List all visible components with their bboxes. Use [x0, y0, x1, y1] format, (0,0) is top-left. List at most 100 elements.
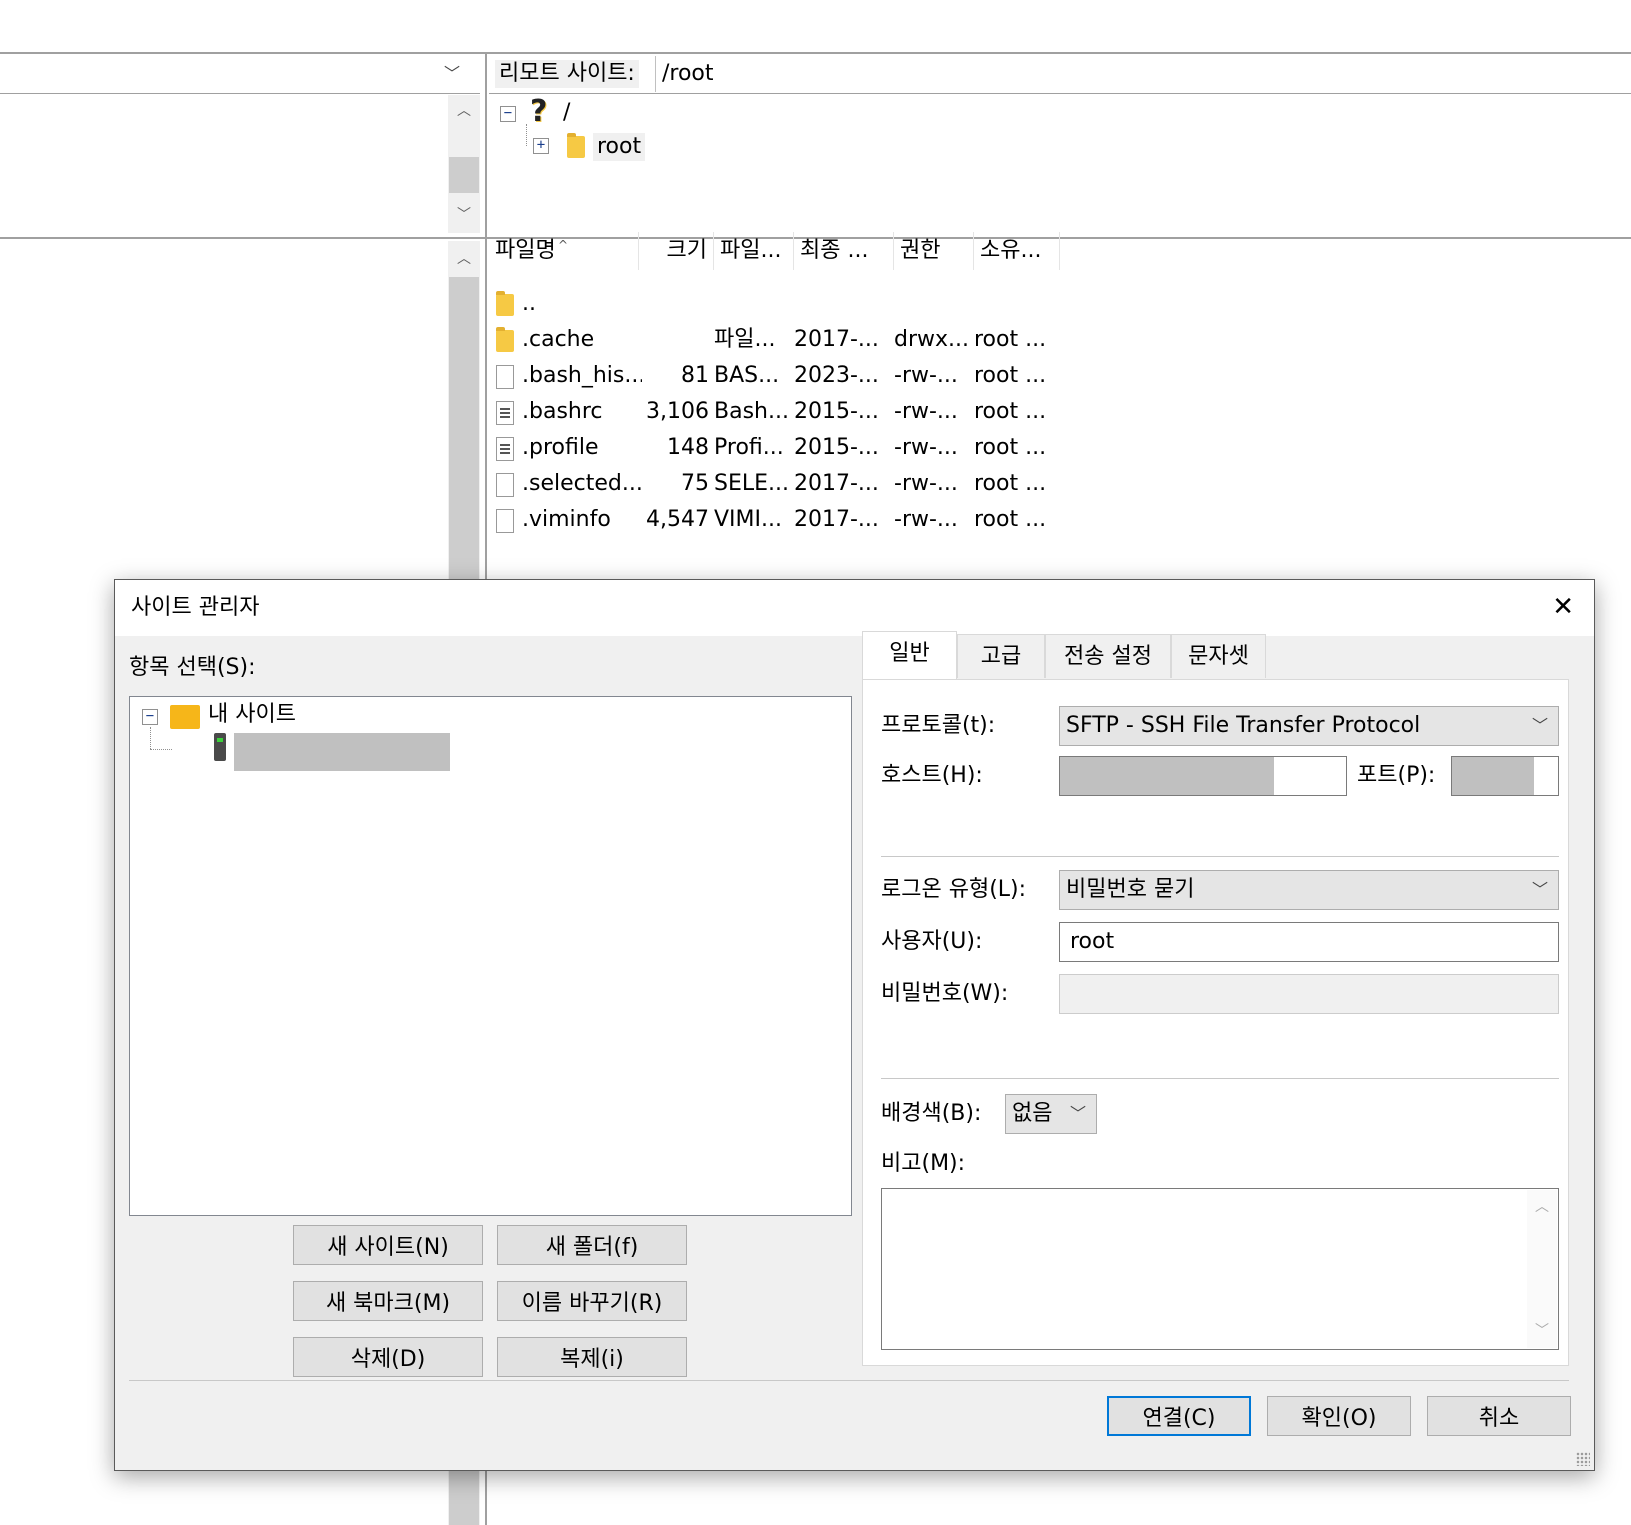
file-type-cell: 파일... [714, 327, 776, 352]
script-file-icon [496, 437, 514, 461]
scroll-down-icon[interactable]: ﹀ [449, 199, 479, 229]
file-type-cell: Bash... [714, 399, 789, 424]
protocol-label: 프로토콜(t): [881, 713, 996, 738]
delete-button[interactable]: 삭제(D) [293, 1337, 483, 1377]
file-type-cell: BAS... [714, 363, 780, 388]
port-input[interactable] [1451, 756, 1559, 796]
tree-connector [150, 749, 172, 750]
tab-charset[interactable]: 문자셋 [1171, 634, 1266, 678]
file-perms-cell: drwx... [894, 327, 970, 352]
background-color-label: 배경색(B): [881, 1101, 982, 1126]
remote-path-input[interactable]: /root [655, 56, 1631, 92]
file-name-cell: .profile [522, 435, 599, 460]
file-owner-cell: root ... [974, 327, 1047, 352]
column-header-permissions[interactable]: 권한 [894, 232, 974, 270]
tab-advanced[interactable]: 고급 [957, 634, 1045, 678]
new-site-button[interactable]: 새 사이트(N) [293, 1225, 483, 1265]
remote-site-bar: 리모트 사이트: /root [489, 54, 1631, 94]
remote-path-value: /root [662, 61, 714, 86]
comments-textarea[interactable]: ︿ ﹀ [881, 1188, 1559, 1350]
tree-collapse-toggle[interactable]: − [500, 106, 516, 122]
file-owner-cell: root ... [974, 363, 1047, 388]
sort-ascending-icon: ^ [558, 238, 569, 252]
scroll-down-icon[interactable]: ﹀ [1535, 1320, 1549, 1340]
tree-connector [526, 124, 527, 146]
file-name-cell: .cache [522, 327, 595, 352]
host-input[interactable] [1059, 756, 1347, 796]
file-size-cell: 75 [681, 471, 709, 496]
file-size-cell: 3,106 [646, 399, 709, 424]
redacted-site-name[interactable] [234, 733, 450, 771]
chevron-down-icon[interactable]: ﹀ [444, 60, 460, 84]
password-input [1059, 974, 1559, 1014]
tree-connector [150, 727, 151, 749]
tree-node-my-sites[interactable]: 내 사이트 [208, 701, 296, 729]
password-label: 비밀번호(W): [881, 981, 1009, 1006]
scroll-up-icon[interactable]: ︿ [449, 243, 479, 273]
tab-transfer-settings[interactable]: 전송 설정 [1045, 634, 1171, 678]
column-header-type[interactable]: 파일... [714, 232, 794, 270]
file-owner-cell: root ... [974, 435, 1047, 460]
close-icon[interactable]: ✕ [1552, 590, 1574, 624]
file-name-cell: .bash_his... [522, 363, 642, 388]
tree-node-root-folder[interactable]: root [593, 133, 646, 161]
file-size-cell: 148 [667, 435, 709, 460]
scroll-up-icon[interactable]: ︿ [449, 95, 479, 125]
tree-collapse-toggle[interactable]: − [142, 709, 158, 725]
column-filename-label: 파일명 [495, 238, 556, 263]
column-size-label: 크기 [666, 238, 707, 263]
user-label: 사용자(U): [881, 929, 983, 954]
file-type-cell: VIMI... [714, 507, 782, 532]
protocol-value: SFTP - SSH File Transfer Protocol [1066, 713, 1421, 738]
site-tree[interactable]: − 내 사이트 [129, 696, 852, 1216]
file-modified-cell: 2017-... [794, 507, 879, 532]
user-value: root [1070, 929, 1115, 954]
section-separator [881, 856, 1559, 857]
chevron-down-icon: ﹀ [1531, 880, 1548, 899]
file-icon [496, 365, 514, 389]
local-tree-scrollbar[interactable]: ︿ ﹀ [448, 95, 480, 233]
file-modified-cell: 2017-... [794, 471, 879, 496]
file-owner-cell: root ... [974, 507, 1047, 532]
duplicate-button[interactable]: 복제(i) [497, 1337, 687, 1377]
server-status-light [217, 738, 223, 742]
folder-icon [567, 133, 585, 158]
file-perms-cell: -rw-... [894, 363, 958, 388]
select-entry-label: 항목 선택(S): [129, 655, 256, 680]
rename-button[interactable]: 이름 바꾸기(R) [497, 1281, 687, 1321]
ok-button[interactable]: 확인(O) [1267, 1396, 1411, 1436]
column-header-size[interactable]: 크기 [639, 232, 714, 270]
local-path-combo[interactable]: ﹀ [0, 54, 480, 94]
comments-scrollbar[interactable]: ︿ ﹀ [1527, 1190, 1557, 1348]
file-owner-cell: root ... [974, 471, 1047, 496]
connect-button[interactable]: 연결(C) [1107, 1396, 1251, 1436]
chevron-down-icon: ﹀ [1069, 1104, 1086, 1123]
port-label: 포트(P): [1357, 763, 1436, 788]
chevron-down-icon: ﹀ [1531, 716, 1548, 735]
column-header-owner[interactable]: 소유... [974, 232, 1060, 270]
new-bookmark-button[interactable]: 새 북마크(M) [293, 1281, 483, 1321]
dialog-title: 사이트 관리자 [131, 595, 260, 620]
scrollbar-thumb[interactable] [449, 157, 479, 193]
cancel-button[interactable]: 취소 [1427, 1396, 1571, 1436]
tab-general[interactable]: 일반 [862, 631, 957, 679]
file-name-cell: .viminfo [522, 507, 611, 532]
file-modified-cell: 2023-... [794, 363, 879, 388]
file-type-cell: SELE... [714, 471, 790, 496]
column-owner-label: 소유... [980, 238, 1042, 263]
section-separator [881, 1078, 1559, 1079]
resize-grip-icon[interactable] [1576, 1452, 1590, 1466]
protocol-select[interactable]: SFTP - SSH File Transfer Protocol ﹀ [1059, 706, 1559, 746]
unknown-drive-icon: ? [530, 94, 548, 129]
comments-label: 비고(M): [881, 1151, 966, 1176]
logon-type-select[interactable]: 비밀번호 묻기 ﹀ [1059, 870, 1559, 910]
tree-expand-toggle[interactable]: + [533, 138, 549, 154]
background-color-select[interactable]: 없음 ﹀ [1005, 1094, 1097, 1134]
tree-node-root[interactable]: / [563, 99, 570, 127]
user-input[interactable]: root [1059, 922, 1559, 962]
new-folder-button[interactable]: 새 폴더(f) [497, 1225, 687, 1265]
column-header-modified[interactable]: 최종 ... [794, 232, 894, 270]
logon-type-label: 로그온 유형(L): [881, 877, 1027, 902]
file-icon [496, 509, 514, 533]
scroll-up-icon[interactable]: ︿ [1535, 1196, 1549, 1216]
